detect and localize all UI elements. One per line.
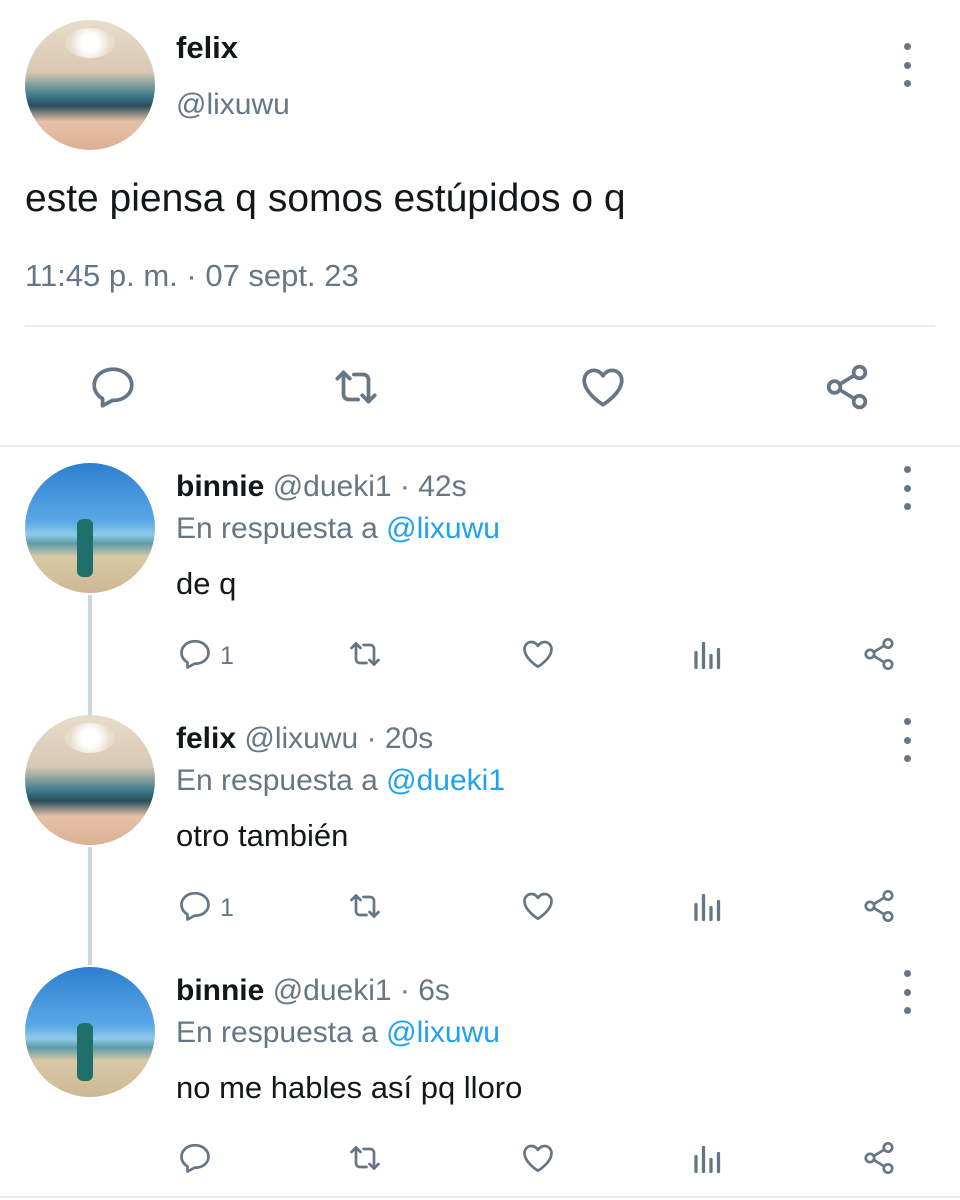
tweet-text: este piensa q somos estúpidos o q [25, 177, 626, 220]
like-icon[interactable] [578, 362, 628, 412]
more-icon[interactable] [895, 43, 919, 87]
thread-line [88, 847, 92, 965]
like-icon[interactable] [519, 636, 557, 672]
reply-text: de q [176, 566, 237, 601]
divider [0, 445, 960, 447]
retweet-icon[interactable] [345, 1140, 385, 1176]
more-icon[interactable] [895, 718, 919, 762]
more-icon[interactable] [895, 970, 919, 1014]
mention-link[interactable]: @lixuwu [386, 512, 500, 545]
reply-prefix: En respuesta a [176, 764, 378, 797]
reply-context: En respuesta a @lixuwu [176, 512, 500, 546]
avatar-felix[interactable] [25, 20, 155, 150]
handle[interactable]: @lixuwu [176, 88, 290, 122]
share-icon[interactable] [860, 888, 898, 924]
reply-icon[interactable] [177, 1140, 213, 1176]
mention-link[interactable]: @dueki1 [386, 764, 505, 797]
avatar-felix[interactable] [25, 715, 155, 845]
analytics-icon[interactable] [690, 636, 726, 672]
analytics-icon[interactable] [690, 888, 726, 924]
share-icon[interactable] [860, 1140, 898, 1176]
reply-header: felix @lixuwu · 20s [176, 722, 433, 756]
handle-time[interactable]: @lixuwu · 20s [244, 722, 433, 755]
reply-header: binnie @dueki1 · 6s [176, 974, 450, 1008]
reply-count: 1 [220, 894, 234, 922]
display-name[interactable]: felix [176, 30, 238, 66]
handle-time[interactable]: @dueki1 · 6s [273, 974, 450, 1007]
reply-icon[interactable] [177, 636, 213, 672]
reply-header: binnie @dueki1 · 42s [176, 470, 467, 504]
share-icon[interactable] [860, 636, 898, 672]
reply-text: no me hables así pq lloro [176, 1070, 523, 1105]
retweet-icon[interactable] [330, 362, 382, 412]
display-name[interactable]: binnie [176, 470, 264, 503]
reply-text: otro también [176, 818, 349, 853]
divider [25, 325, 935, 327]
handle-time[interactable]: @dueki1 · 42s [273, 470, 467, 503]
mention-link[interactable]: @lixuwu [386, 1016, 500, 1049]
more-icon[interactable] [895, 466, 919, 510]
like-icon[interactable] [519, 1140, 557, 1176]
reply-icon[interactable] [88, 362, 138, 412]
retweet-icon[interactable] [345, 636, 385, 672]
reply-count: 1 [220, 642, 234, 670]
analytics-icon[interactable] [690, 1140, 726, 1176]
display-name[interactable]: binnie [176, 974, 264, 1007]
tweet-timestamp: 11:45 p. m. · 07 sept. 23 [25, 258, 359, 293]
share-icon[interactable] [822, 362, 872, 412]
like-icon[interactable] [519, 888, 557, 924]
reply-context: En respuesta a @dueki1 [176, 764, 505, 798]
display-name[interactable]: felix [176, 722, 236, 755]
reply-prefix: En respuesta a [176, 512, 378, 545]
divider [0, 1196, 960, 1198]
reply-icon[interactable] [177, 888, 213, 924]
reply-context: En respuesta a @lixuwu [176, 1016, 500, 1050]
reply-prefix: En respuesta a [176, 1016, 378, 1049]
retweet-icon[interactable] [345, 888, 385, 924]
avatar-binnie[interactable] [25, 463, 155, 593]
avatar-binnie[interactable] [25, 967, 155, 1097]
thread-line [88, 595, 92, 715]
